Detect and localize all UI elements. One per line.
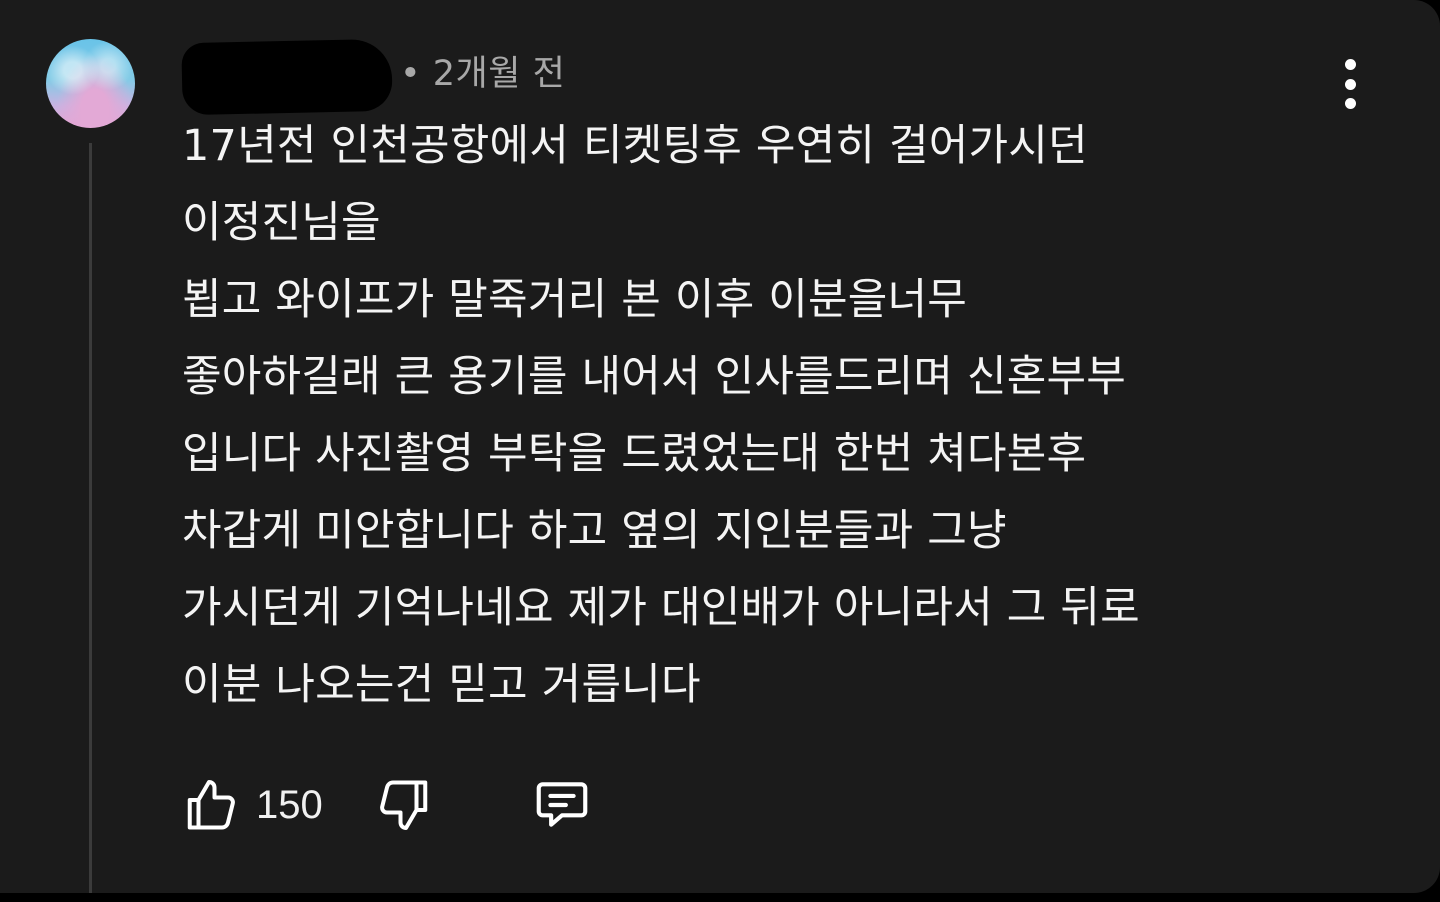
thumbs-up-icon [187, 780, 235, 830]
dislike-button[interactable] [373, 774, 435, 836]
comment-timestamp: • 2개월 전 [400, 53, 566, 94]
avatar[interactable] [46, 39, 135, 128]
thumbs-down-icon [379, 780, 427, 830]
comment-text: 17년전 인천공항에서 티켓팅후 우연히 걸어가시던 이정진님을 뵙고 와이프가… [182, 114, 1362, 730]
like-button[interactable] [180, 774, 242, 836]
thread-line [89, 143, 92, 893]
comment-actions: 150 [180, 770, 593, 840]
reply-comment-icon [536, 782, 588, 827]
more-dot [1344, 98, 1356, 109]
comment-line: 이정진님을 [182, 198, 381, 248]
author-name-redacted[interactable] [181, 38, 393, 116]
comment-line: 좋아하길래 큰 용기를 내어서 인사를드리며 신혼부부 [182, 352, 1127, 402]
comment-line: 차갑게 미안합니다 하고 옆의 지인분들과 그냥 [182, 506, 1007, 556]
like-count: 150 [256, 782, 323, 827]
comment-line: 이분 나오는건 믿고 거릅니다 [182, 660, 701, 710]
comment-line: 17년전 인천공항에서 티켓팅후 우연히 걸어가시던 [182, 121, 1088, 171]
comment-line: 입니다 사진촬영 부탁을 드렸었는대 한번 쳐다본후 [182, 429, 1087, 479]
comment-line: 뵙고 와이프가 말죽거리 본 이후 이분을너무 [182, 275, 968, 325]
more-options-button[interactable] [1326, 55, 1374, 113]
more-dot [1344, 78, 1356, 90]
comment-line: 가시던게 기억나네요 제가 대인배가 아니라서 그 뒤로 [182, 583, 1140, 633]
more-vertical-icon [1344, 59, 1356, 70]
reply-button[interactable] [531, 774, 593, 836]
comment-card: • 2개월 전 17년전 인천공항에서 티켓팅후 우연히 걸어가시던 이정진님을… [0, 0, 1440, 893]
comment-header: • 2개월 전 [181, 38, 566, 116]
